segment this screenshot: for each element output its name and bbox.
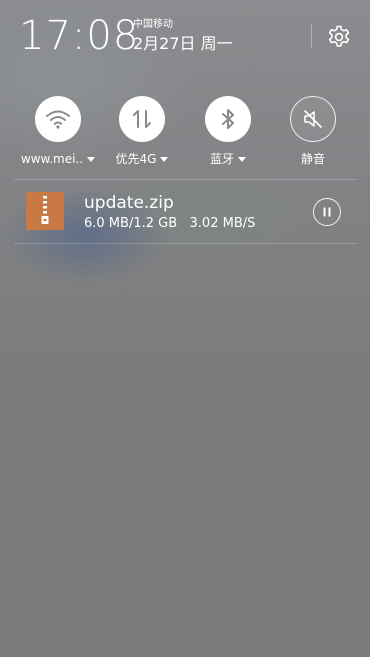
toggle-bluetooth-label-row[interactable]: 蓝牙 bbox=[210, 151, 246, 167]
toggle-mute-circle[interactable] bbox=[290, 96, 336, 142]
chevron-down-icon[interactable] bbox=[87, 156, 96, 162]
toggle-mobile-data-label: 优先4G bbox=[115, 152, 157, 166]
clock: 17:08 bbox=[19, 13, 140, 59]
download-size: 6.0 MB/1.2 GB bbox=[84, 216, 178, 231]
toggle-bluetooth-circle[interactable] bbox=[205, 96, 251, 142]
chevron-down-icon[interactable] bbox=[238, 156, 246, 162]
toggle-wifi-circle[interactable] bbox=[35, 96, 81, 142]
pause-icon bbox=[323, 207, 331, 217]
header-divider bbox=[311, 24, 312, 48]
notification-progress: 6.0 MB/1.2 GB 3.02 MB/S bbox=[84, 216, 255, 232]
toggle-mute-label-row: 静音 bbox=[301, 151, 325, 167]
date-label: 2月27日 周一 bbox=[133, 34, 233, 53]
notification-title: update.zip bbox=[84, 193, 174, 213]
settings-button[interactable] bbox=[326, 24, 352, 50]
toggle-bluetooth-label: 蓝牙 bbox=[209, 152, 234, 166]
toggle-bluetooth[interactable]: 蓝牙 bbox=[188, 96, 268, 167]
mute-icon bbox=[304, 110, 322, 128]
toggle-mobile-data-label-row[interactable]: 优先4G bbox=[116, 151, 169, 167]
toggle-wifi-label-row[interactable]: www.mei.. bbox=[20, 151, 96, 167]
toggle-wifi[interactable]: www.mei.. bbox=[18, 96, 98, 167]
toggle-mute[interactable]: 静音 bbox=[273, 96, 353, 167]
toggle-wifi-label: www.mei.. bbox=[20, 152, 84, 166]
wifi-icon bbox=[46, 110, 70, 129]
gear-icon bbox=[328, 25, 350, 47]
quick-toggles: www.mei.. 优先4G 蓝牙 静音 bbox=[0, 96, 370, 176]
carrier-name: 中国移动 bbox=[133, 19, 173, 30]
bluetooth-icon bbox=[222, 109, 234, 129]
toggle-mobile-data-circle[interactable] bbox=[119, 96, 165, 142]
toggle-mute-label: 静音 bbox=[300, 152, 325, 166]
zip-file-icon bbox=[26, 192, 64, 230]
pause-button[interactable] bbox=[313, 198, 341, 226]
download-notification[interactable]: update.zip 6.0 MB/1.2 GB 3.02 MB/S bbox=[0, 180, 370, 244]
status-header: 17:08 中国移动 2月27日 周一 bbox=[0, 0, 370, 90]
download-speed: 3.02 MB/S bbox=[189, 216, 256, 231]
divider-bottom bbox=[14, 243, 356, 244]
chevron-down-icon[interactable] bbox=[160, 156, 169, 162]
toggle-mobile-data[interactable]: 优先4G bbox=[102, 96, 182, 167]
data-arrows-icon bbox=[133, 110, 151, 128]
